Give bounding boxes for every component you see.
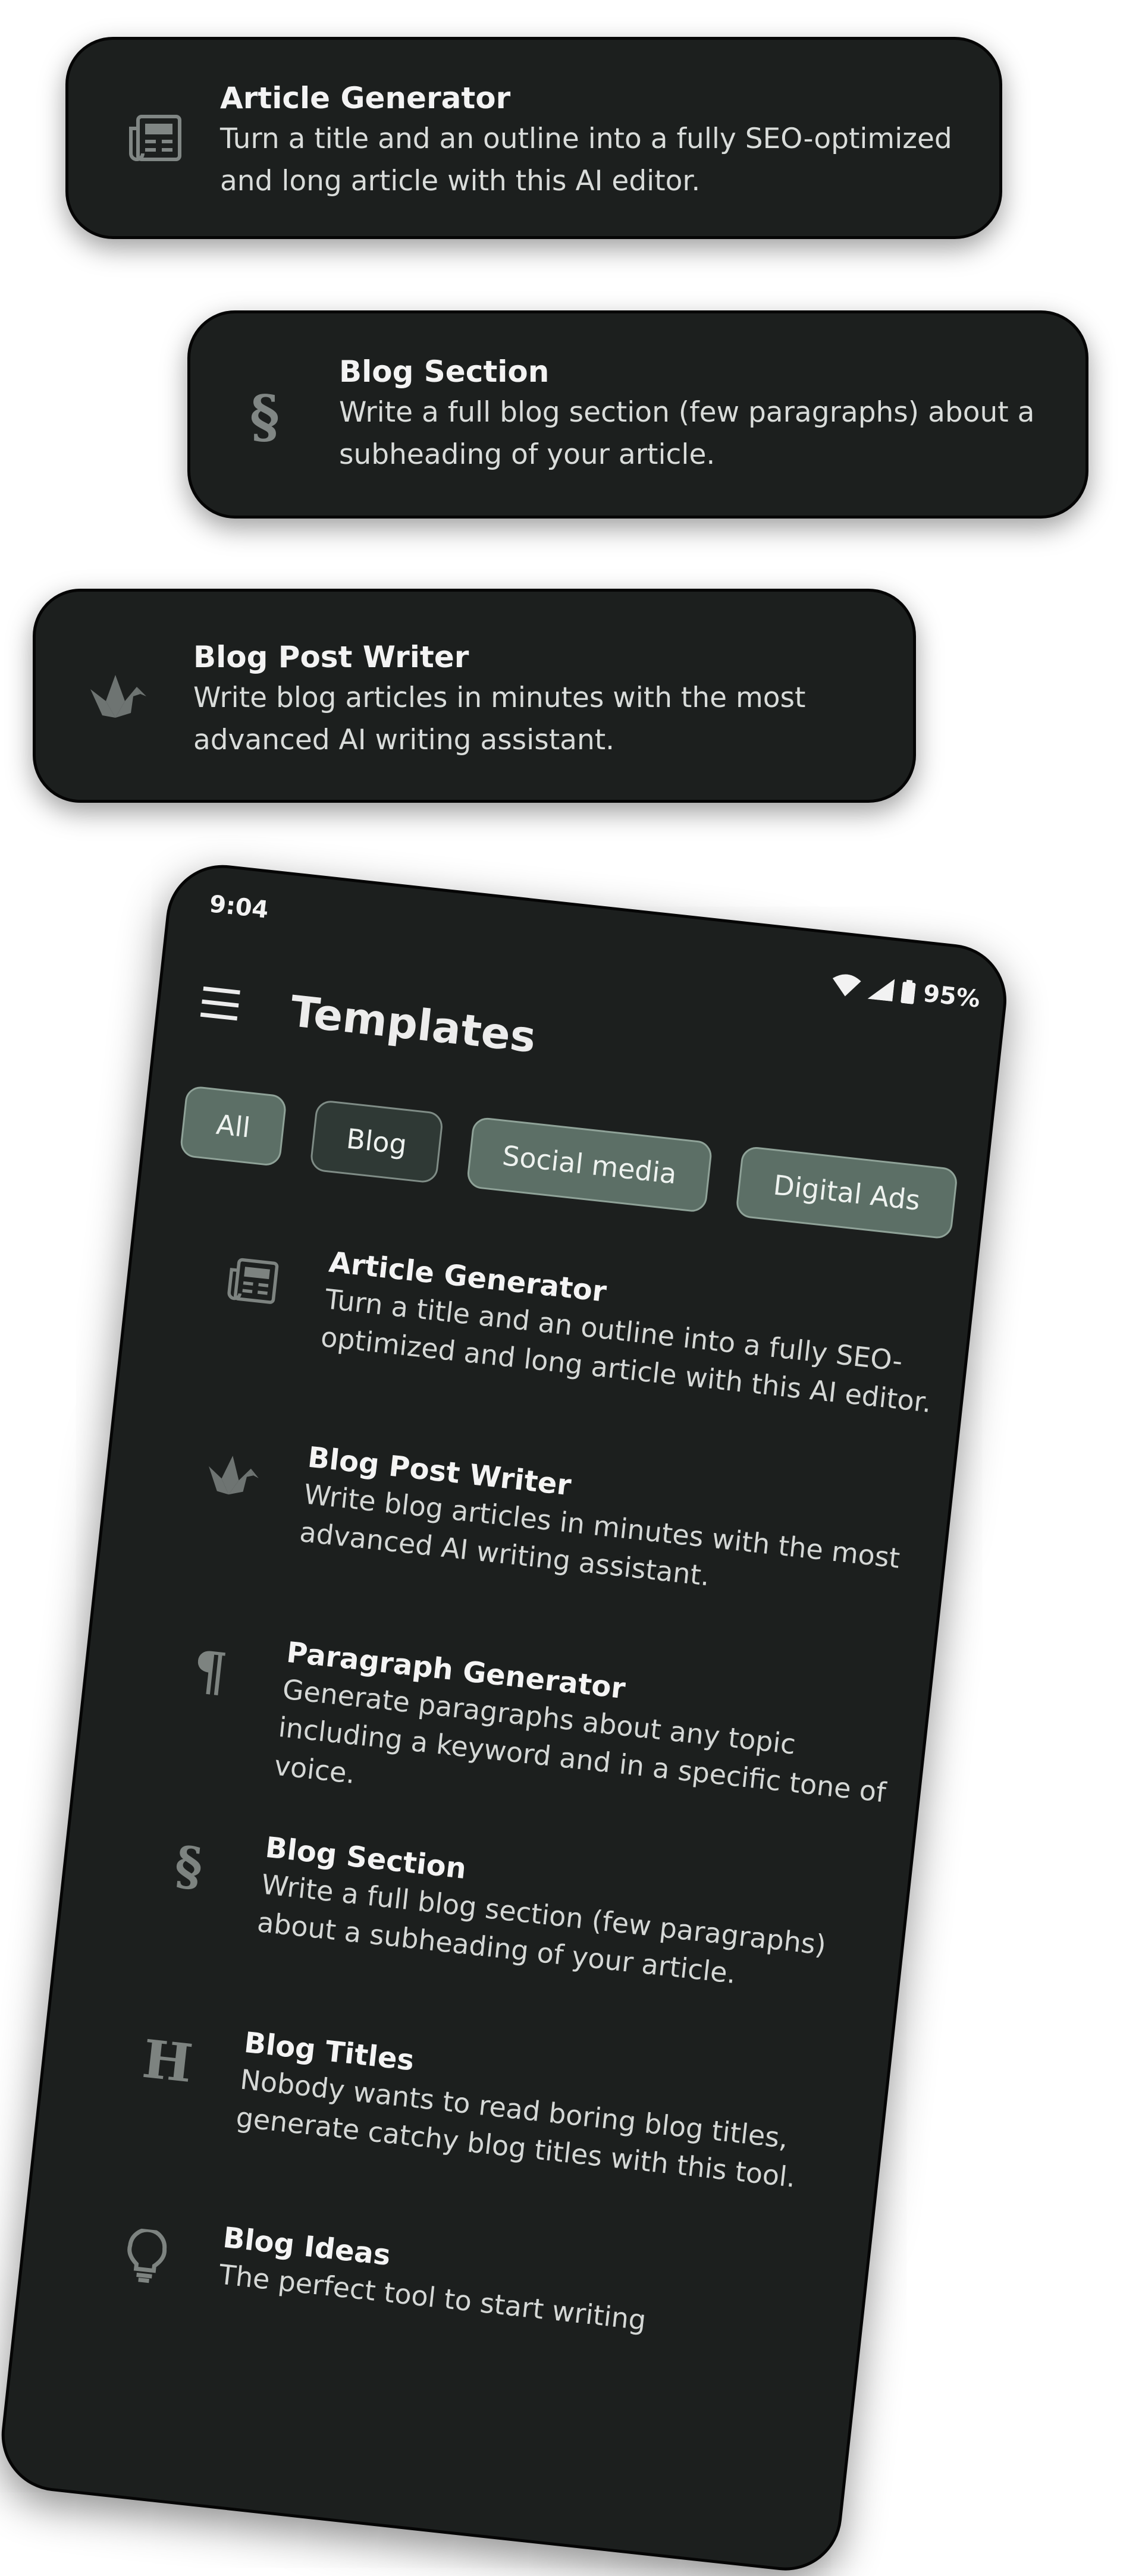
chip-social-media[interactable]: Social media (466, 1116, 713, 1214)
card-description: Write blog articles in minutes with the … (193, 681, 806, 756)
lightbulb-icon (110, 2220, 182, 2292)
phone-screen: 9:04 95% Templates All Blog Social media… (0, 859, 1012, 2576)
card-title: Article Generator (220, 81, 511, 115)
blog-post-writer-card[interactable]: Blog Post Writer Write blog articles in … (33, 589, 916, 803)
battery-icon (901, 979, 916, 1004)
chip-all[interactable]: All (179, 1085, 288, 1167)
section-icon: § (171, 1833, 206, 1899)
heading-icon: H (139, 2027, 196, 2095)
origami-crane-icon (195, 1440, 267, 1512)
chip-digital-ads[interactable]: Digital Ads (735, 1145, 959, 1240)
newspaper-icon (217, 1245, 288, 1317)
chip-blog[interactable]: Blog (309, 1099, 444, 1185)
card-description: Turn a title and an outline into a fully… (220, 122, 952, 197)
signal-icon (867, 976, 895, 1002)
origami-crane-icon (77, 658, 155, 736)
battery-percent: 95% (921, 979, 981, 1013)
section-icon: § (249, 382, 280, 450)
wifi-icon (831, 972, 862, 998)
status-bar-icons: 95% (831, 970, 981, 1013)
card-title: Blog Post Writer (193, 640, 469, 674)
status-time: 9:04 (208, 890, 270, 924)
pilcrow-icon: ¶ (190, 1638, 230, 1704)
blog-section-card[interactable]: § Blog Section Write a full blog section… (187, 310, 1088, 519)
newspaper-icon (116, 99, 193, 177)
card-description: Write a full blog section (few paragraph… (339, 396, 1035, 471)
filter-chips: All Blog Social media Digital Ads (179, 1085, 959, 1240)
templates-list: Article Generator Turn a title and an ou… (9, 1223, 976, 2485)
page-title: Templates (288, 986, 539, 1063)
card-title: Blog Section (339, 354, 550, 389)
menu-icon[interactable] (200, 985, 245, 1023)
article-generator-card[interactable]: Article Generator Turn a title and an ou… (65, 37, 1002, 239)
